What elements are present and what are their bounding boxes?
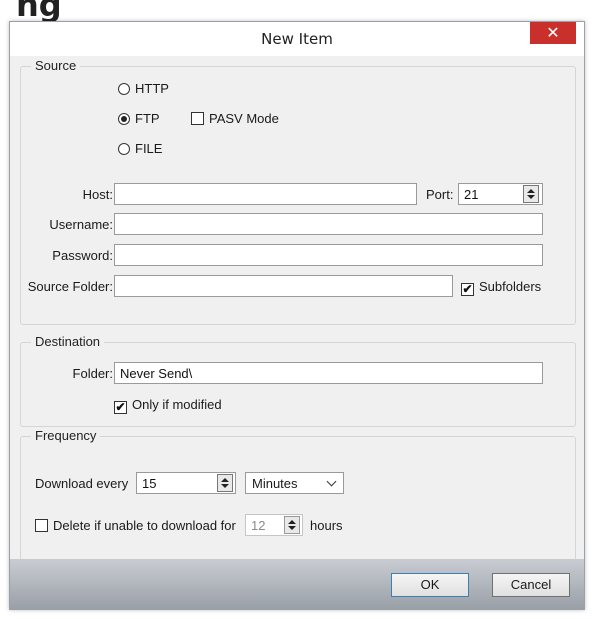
radio-http-label: HTTP (135, 81, 169, 96)
username-input[interactable] (114, 213, 543, 235)
close-button[interactable]: ✕ (530, 22, 576, 44)
username-label: Username: (49, 217, 113, 232)
delete-if-unable-checkbox[interactable]: Delete if unable to download for (35, 518, 236, 533)
new-item-dialog: New Item ✕ Source HTTP FTP FILE PASV Mod… (9, 21, 585, 610)
radio-ftp-indicator[interactable] (118, 113, 130, 125)
radio-file[interactable]: FILE (118, 141, 162, 156)
password-input[interactable] (114, 244, 543, 266)
password-label: Password: (52, 248, 113, 263)
frequency-group: Frequency Download every Minutes Delete … (20, 428, 576, 562)
source-group: Source HTTP FTP FILE PASV Mode Host: Por… (20, 58, 576, 325)
dialog-footer: OK Cancel (10, 559, 584, 609)
radio-http-indicator[interactable] (118, 83, 130, 95)
download-every-spin-button[interactable] (217, 474, 233, 492)
host-label: Host: (82, 187, 113, 202)
destination-group: Destination Folder: ✔ Only if modified (20, 334, 576, 427)
interval-unit-value: Minutes (252, 476, 298, 491)
delete-hours-spin-button[interactable] (284, 516, 300, 534)
dialog-title: New Item (261, 30, 333, 48)
hours-label: hours (310, 518, 343, 533)
radio-file-label: FILE (135, 141, 163, 156)
only-if-modified-check-icon[interactable]: ✔ (114, 401, 127, 414)
destination-legend: Destination (31, 334, 105, 349)
only-if-modified-checkbox[interactable]: ✔ Only if modified (114, 397, 222, 414)
only-if-modified-label: Only if modified (132, 397, 222, 412)
subfolders-label: Subfolders (479, 279, 542, 294)
pasv-mode-label: PASV Mode (209, 111, 279, 126)
radio-file-indicator[interactable] (118, 143, 130, 155)
pasv-mode-box[interactable] (191, 112, 204, 125)
delete-if-unable-label: Delete if unable to download for (53, 518, 236, 533)
radio-ftp[interactable]: FTP (118, 111, 160, 126)
chevron-down-icon (326, 476, 337, 487)
close-icon: ✕ (546, 23, 560, 42)
source-legend: Source (31, 58, 81, 73)
host-input[interactable] (114, 183, 417, 205)
folder-input[interactable] (114, 362, 543, 384)
title-bar[interactable]: New Item ✕ (10, 22, 584, 56)
source-folder-input[interactable] (114, 275, 453, 297)
port-label: Port: (426, 187, 454, 202)
folder-label: Folder: (72, 366, 113, 381)
ok-button[interactable]: OK (391, 573, 469, 597)
subfolders-checkbox[interactable]: ✔ Subfolders (461, 279, 541, 296)
download-every-label: Download every (35, 476, 129, 491)
cancel-button[interactable]: Cancel (492, 573, 570, 597)
dialog-body: Source HTTP FTP FILE PASV Mode Host: Por… (17, 56, 577, 562)
frequency-legend: Frequency (31, 428, 101, 443)
radio-ftp-label: FTP (135, 111, 160, 126)
interval-unit-select[interactable]: Minutes (245, 472, 344, 494)
subfolders-check-icon[interactable]: ✔ (461, 283, 474, 296)
pasv-mode-checkbox[interactable]: PASV Mode (191, 111, 279, 126)
port-spin-button[interactable] (523, 185, 539, 203)
source-folder-label: Source Folder: (27, 279, 113, 294)
radio-http[interactable]: HTTP (118, 81, 169, 96)
delete-if-unable-box[interactable] (35, 519, 48, 532)
